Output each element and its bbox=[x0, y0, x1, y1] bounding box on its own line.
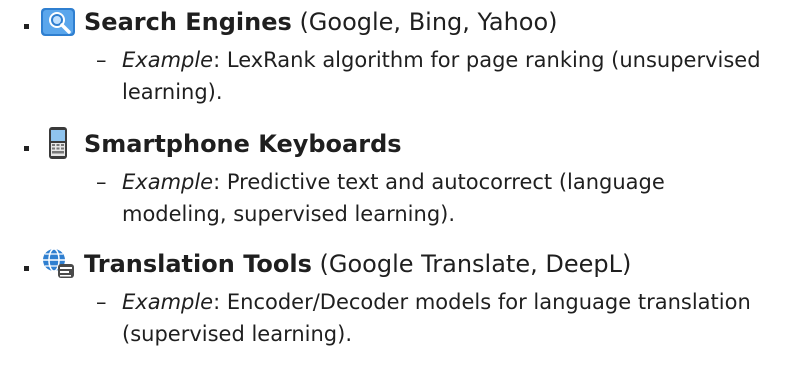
bullet-square bbox=[24, 24, 29, 29]
example-line: – Example: LexRank algorithm for page ra… bbox=[96, 44, 772, 108]
dash-marker: – bbox=[96, 290, 107, 314]
item-heading: Translation Tools (Google Translate, Dee… bbox=[84, 246, 791, 282]
example-text: : LexRank algorithm for page ranking (un… bbox=[122, 48, 761, 104]
bullet-square bbox=[24, 266, 29, 271]
list-item-search-engines: Search Engines (Google, Bing, Yahoo) – E… bbox=[0, 4, 791, 108]
example-line: – Example: Encoder/Decoder models for la… bbox=[96, 286, 772, 350]
translation-globe-icon bbox=[40, 246, 76, 282]
list-item-smartphone-keyboards: Smartphone Keyboards – Example: Predicti… bbox=[0, 126, 791, 230]
smartphone-keyboard-icon bbox=[40, 126, 76, 162]
example-line: – Example: Predictive text and autocorre… bbox=[96, 166, 772, 230]
item-subtitle: (Google, Bing, Yahoo) bbox=[299, 8, 558, 36]
magnifier-globe-icon bbox=[40, 4, 76, 40]
item-title: Smartphone Keyboards bbox=[84, 130, 402, 158]
example-label: Example bbox=[122, 290, 214, 314]
example-label: Example bbox=[122, 170, 214, 194]
slide-content: Search Engines (Google, Bing, Yahoo) – E… bbox=[0, 0, 791, 366]
item-title: Translation Tools bbox=[84, 250, 312, 278]
item-heading: Smartphone Keyboards bbox=[84, 126, 791, 162]
dash-marker: – bbox=[96, 48, 107, 72]
item-title: Search Engines bbox=[84, 8, 292, 36]
bullet-square bbox=[24, 146, 29, 151]
example-text: : Encoder/Decoder models for language tr… bbox=[122, 290, 751, 346]
dash-marker: – bbox=[96, 170, 107, 194]
list-item-translation-tools: Translation Tools (Google Translate, Dee… bbox=[0, 246, 791, 350]
example-label: Example bbox=[122, 48, 214, 72]
item-heading: Search Engines (Google, Bing, Yahoo) bbox=[84, 4, 791, 40]
item-subtitle: (Google Translate, DeepL) bbox=[319, 250, 632, 278]
